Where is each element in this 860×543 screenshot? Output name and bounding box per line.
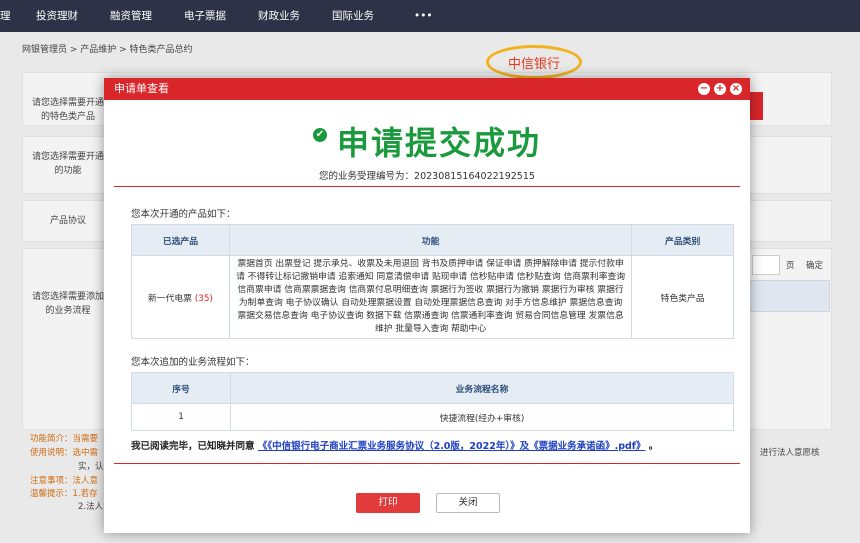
bg-row-label: 请您选择需要添加 的业务流程 <box>31 292 104 316</box>
nav-item-e-bills[interactable]: 电子票据 <box>184 0 226 32</box>
breadcrumb: 网银管理员 > 产品维护 > 特色类产品总约 <box>22 45 193 55</box>
flow-table: 序号 业务流程名称 1 快捷流程(经办+审核) <box>131 372 734 431</box>
products-label: 您本次开通的产品如下： <box>131 209 236 220</box>
flow-index: 1 <box>131 403 231 431</box>
function-count: (35) <box>194 293 213 304</box>
agree-suffix: 。 <box>648 441 659 452</box>
table-header-row: 序号 业务流程名称 <box>131 372 734 404</box>
agree-prefix: 我已阅读完毕，已知晓并同意 <box>131 441 255 452</box>
right-note: 进行法人意愿核 <box>760 448 820 458</box>
bg-row-label: 请您选择需要开通 的特色类产品 <box>31 98 104 122</box>
top-nav: 理 投资理财 融资管理 电子票据 财政业务 国际业务 ••• <box>0 0 860 32</box>
nav-item-investment[interactable]: 投资理财 <box>36 0 78 32</box>
usage-note: 使用说明：选中需 <box>30 448 99 458</box>
application-modal: 申请单查看 − + × ✔ 申请提交成功 您的业务受理编号为：2023081516… <box>104 78 750 533</box>
table-row: 1 快捷流程(经办+审核) <box>131 403 734 431</box>
flow-name: 快捷流程(经办+审核) <box>230 403 734 431</box>
product-cell: 新一代电票 (35) <box>131 255 230 339</box>
column-header: 产品类别 <box>631 224 734 256</box>
column-header: 已选产品 <box>131 224 230 256</box>
close-button[interactable]: 关闭 <box>436 493 500 513</box>
check-circle-icon: ✔ <box>312 128 327 142</box>
bank-label-text: 中信银行 <box>507 57 560 72</box>
confirm-link[interactable]: 确定 <box>806 259 823 271</box>
bg-row-label: 产品协议 <box>49 216 86 226</box>
flow-label: 您本次追加的业务流程如下： <box>131 357 255 368</box>
divider <box>114 463 740 464</box>
func-intro: 功能简介：当需要 <box>30 434 99 444</box>
column-header: 业务流程名称 <box>230 372 734 404</box>
page-unit: 页 <box>786 261 795 271</box>
products-table: 已选产品 功能 产品类别 新一代电票 (35) 票据首页 出票登记 提示承兑、收… <box>131 224 734 339</box>
nav-item-partial[interactable]: 理 <box>0 0 11 32</box>
close-icon[interactable]: × <box>730 83 742 95</box>
nav-item-fiscal[interactable]: 财政业务 <box>258 0 300 32</box>
category-cell: 特色类产品 <box>631 255 734 339</box>
usage-note-2: 实，认 <box>78 462 104 472</box>
reference-number: 您的业务受理编号为：20230815164022192515 <box>319 171 535 182</box>
product-name: 新一代电票 <box>148 293 192 304</box>
column-header: 功能 <box>228 224 633 256</box>
modal-header: 申请单查看 − + × <box>104 78 750 100</box>
bank-label: 中信银行 <box>486 45 582 79</box>
maximize-icon[interactable]: + <box>714 83 726 95</box>
table-header-row: 已选产品 功能 产品类别 <box>131 224 734 256</box>
success-title: 申请提交成功 <box>336 124 541 162</box>
caution-note: 注意事项：法人意 <box>30 476 99 486</box>
column-header: 序号 <box>131 372 231 404</box>
page-input[interactable] <box>752 255 780 275</box>
agreement-line: 我已阅读完毕，已知晓并同意 《《中信银行电子商业汇票业务服务协议（2.0版，20… <box>131 438 658 452</box>
modal-title: 申请单查看 <box>114 82 169 95</box>
nav-item-international[interactable]: 国际业务 <box>332 0 374 32</box>
minimize-icon[interactable]: − <box>698 83 710 95</box>
bg-row-label: 请您选择需要开通 的功能 <box>31 152 104 176</box>
functions-cell: 票据首页 出票登记 提示承兑、收票及未用退回 背书及质押申请 保证申请 质押解除… <box>228 255 633 339</box>
table-row: 新一代电票 (35) 票据首页 出票登记 提示承兑、收票及未用退回 背书及质押申… <box>131 255 734 339</box>
divider <box>114 186 740 187</box>
tip-note-2: 2.法人 <box>78 502 104 512</box>
agreement-link[interactable]: 《《中信银行电子商业汇票业务服务协议（2.0版，2022年）》及《票据业务承诺函… <box>258 441 646 452</box>
bg-table-box <box>740 280 830 312</box>
tip-note: 温馨提示：1.若存 <box>30 489 98 499</box>
nav-item-financing[interactable]: 融资管理 <box>110 0 152 32</box>
print-button[interactable]: 打印 <box>356 493 420 513</box>
nav-more-icon[interactable]: ••• <box>414 0 433 32</box>
success-banner: ✔ 申请提交成功 <box>104 118 750 164</box>
